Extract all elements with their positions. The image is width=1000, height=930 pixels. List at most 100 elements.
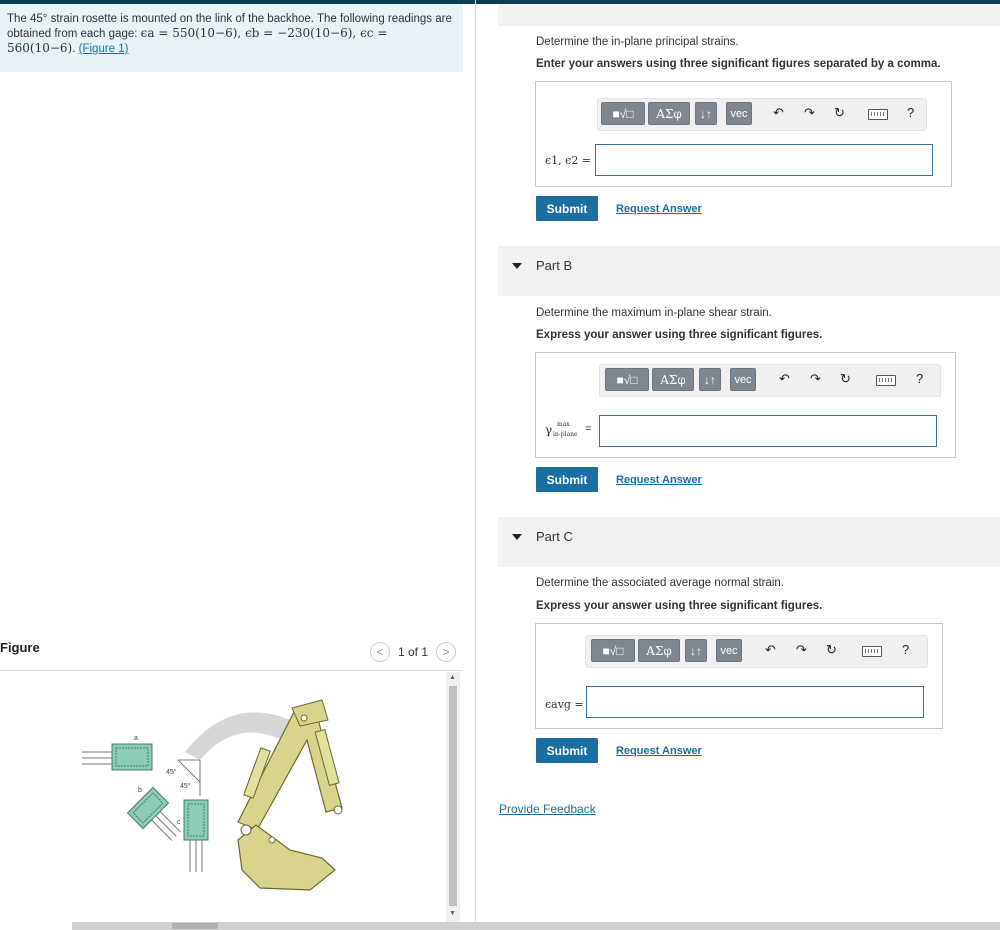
vector-button[interactable]: vec: [726, 102, 752, 125]
figure-vertical-scrollbar[interactable]: ▲ ▼: [446, 672, 460, 922]
scroll-thumb[interactable]: [449, 686, 457, 906]
subscript-superscript-button[interactable]: ↓↑: [685, 639, 707, 662]
part-c-instruction: Express your answer using three signific…: [536, 600, 823, 612]
part-c-math-toolbar: ■√□ ΑΣφ ↓↑ vec ↶ ↷ ↻ ?: [585, 635, 928, 668]
figure-pager: < 1 of 1 >: [370, 641, 457, 663]
problem-text: The 45° strain rosette is mounted on the…: [7, 12, 455, 56]
next-figure-button[interactable]: >: [436, 642, 457, 662]
part-a-answer-box: ■√□ ΑΣφ ↓↑ vec ↶ ↷ ↻ ? ϵ1, ϵ2 =: [535, 81, 952, 187]
sqrt-icon: ■√□: [616, 372, 638, 387]
part-c-header[interactable]: Part C: [512, 529, 573, 544]
collapse-triangle-icon[interactable]: [512, 262, 522, 269]
scroll-up-icon[interactable]: ▲: [449, 674, 456, 681]
help-icon[interactable]: ?: [907, 105, 914, 120]
part-b-request-answer-link[interactable]: Request Answer: [616, 474, 702, 486]
greek-symbols-button[interactable]: ΑΣφ: [638, 639, 680, 662]
greek-label: ΑΣφ: [646, 643, 672, 658]
part-a-instruction: Enter your answers using three significa…: [536, 58, 941, 70]
vector-button[interactable]: vec: [716, 639, 742, 662]
part-c-request-answer-link[interactable]: Request Answer: [616, 745, 702, 757]
undo-icon[interactable]: ↶: [779, 371, 790, 387]
part-a-eq-label: ϵ1, ϵ2 =: [545, 154, 592, 167]
figure-separator: [0, 670, 462, 671]
redo-icon[interactable]: ↷: [804, 105, 815, 121]
collapse-triangle-icon[interactable]: [512, 533, 522, 540]
part-b-answer-input[interactable]: [599, 415, 937, 447]
vec-label: vec: [730, 107, 748, 120]
redo-icon[interactable]: ↷: [810, 371, 821, 387]
part-a-answer-input[interactable]: [595, 144, 933, 176]
arrows-icon: ↓↑: [700, 106, 712, 121]
keyboard-icon[interactable]: [862, 646, 882, 657]
part-c-submit-button[interactable]: Submit: [536, 738, 598, 763]
part-a-math-toolbar: ■√□ ΑΣφ ↓↑ vec ↶ ↷ ↻ ?: [597, 98, 927, 131]
label-b: b: [138, 787, 142, 794]
strain-b: ϵb = −230(10−6),: [245, 26, 361, 40]
part-b-question: Determine the maximum in-plane shear str…: [536, 307, 772, 319]
part-c-answer-input[interactable]: [586, 686, 924, 718]
undo-icon[interactable]: ↶: [773, 105, 784, 121]
horizontal-scrollbar[interactable]: [72, 922, 1000, 930]
sqrt-icon: ■√□: [612, 106, 634, 121]
greek-symbols-button[interactable]: ΑΣφ: [652, 368, 694, 391]
problem-period: .: [72, 43, 76, 55]
help-icon[interactable]: ?: [902, 642, 909, 657]
reset-icon[interactable]: ↻: [826, 642, 837, 658]
reset-icon[interactable]: ↻: [834, 105, 845, 121]
template-sqrt-button[interactable]: ■√□: [601, 102, 645, 125]
gamma-symbol: γ: [545, 423, 553, 437]
part-c-header-band: [498, 517, 1000, 567]
horizontal-scroll-thumb[interactable]: [172, 923, 218, 929]
part-b-answer-box: ■√□ ΑΣφ ↓↑ vec ↶ ↷ ↻ ? γ max in-plane =: [535, 352, 956, 458]
angle-line-2: [177, 759, 201, 783]
part-c-answer-box: ■√□ ΑΣφ ↓↑ vec ↶ ↷ ↻ ? ϵavg =: [535, 623, 943, 729]
subscript-superscript-button[interactable]: ↓↑: [699, 368, 721, 391]
vec-label: vec: [734, 373, 752, 386]
reset-icon[interactable]: ↻: [840, 371, 851, 387]
arrows-icon: ↓↑: [704, 372, 716, 387]
figure-image: a b c 45° 45°: [82, 699, 343, 891]
greek-label: ΑΣφ: [656, 106, 682, 121]
keyboard-icon[interactable]: [876, 375, 896, 386]
part-b-eq-label: γ max in-plane =: [545, 421, 595, 443]
equals-sign: =: [585, 423, 592, 435]
gamma-sub: in-plane: [553, 431, 578, 438]
part-b-header[interactable]: Part B: [512, 258, 572, 273]
part-b-math-toolbar: ■√□ ΑΣφ ↓↑ vec ↶ ↷ ↻ ?: [599, 364, 941, 397]
subscript-superscript-button[interactable]: ↓↑: [695, 102, 717, 125]
part-a-question: Determine the in-plane principal strains…: [536, 36, 739, 48]
greek-label: ΑΣφ: [660, 372, 686, 387]
arrows-icon: ↓↑: [690, 643, 702, 658]
part-a-submit-button[interactable]: Submit: [536, 196, 598, 221]
prev-figure-button[interactable]: <: [370, 642, 390, 662]
gamma-sup: max: [557, 421, 570, 428]
label-c: c: [177, 819, 181, 826]
template-sqrt-button[interactable]: ■√□: [605, 368, 649, 391]
part-a-request-answer-link[interactable]: Request Answer: [616, 203, 702, 215]
scroll-down-icon[interactable]: ▼: [449, 910, 456, 917]
vector-button[interactable]: vec: [730, 368, 756, 391]
help-icon[interactable]: ?: [916, 371, 923, 386]
angle-label-1: 45°: [166, 768, 177, 776]
part-b-submit-button[interactable]: Submit: [536, 467, 598, 492]
greek-symbols-button[interactable]: ΑΣφ: [648, 102, 690, 125]
template-sqrt-button[interactable]: ■√□: [591, 639, 635, 662]
part-b-header-band: [498, 246, 1000, 296]
angle-label-2: 45°: [180, 782, 191, 790]
provide-feedback-link[interactable]: Provide Feedback: [499, 802, 596, 816]
pager-text: 1 of 1: [398, 645, 429, 659]
figure-label: Figure: [0, 640, 40, 655]
redo-icon[interactable]: ↷: [796, 642, 807, 658]
keyboard-icon[interactable]: [868, 109, 888, 120]
sqrt-icon: ■√□: [602, 643, 624, 658]
pane-divider[interactable]: [475, 0, 476, 930]
part-c-eq-label: ϵavg =: [545, 698, 584, 711]
gage-a: [82, 743, 153, 771]
part-c-question: Determine the associated average normal …: [536, 577, 785, 589]
part-c-title: Part C: [536, 529, 573, 544]
undo-icon[interactable]: ↶: [765, 642, 776, 658]
chevron-right-icon: >: [442, 645, 450, 659]
figure-link[interactable]: (Figure 1): [79, 43, 129, 55]
vec-label: vec: [720, 644, 738, 657]
gage-c: [183, 799, 209, 872]
